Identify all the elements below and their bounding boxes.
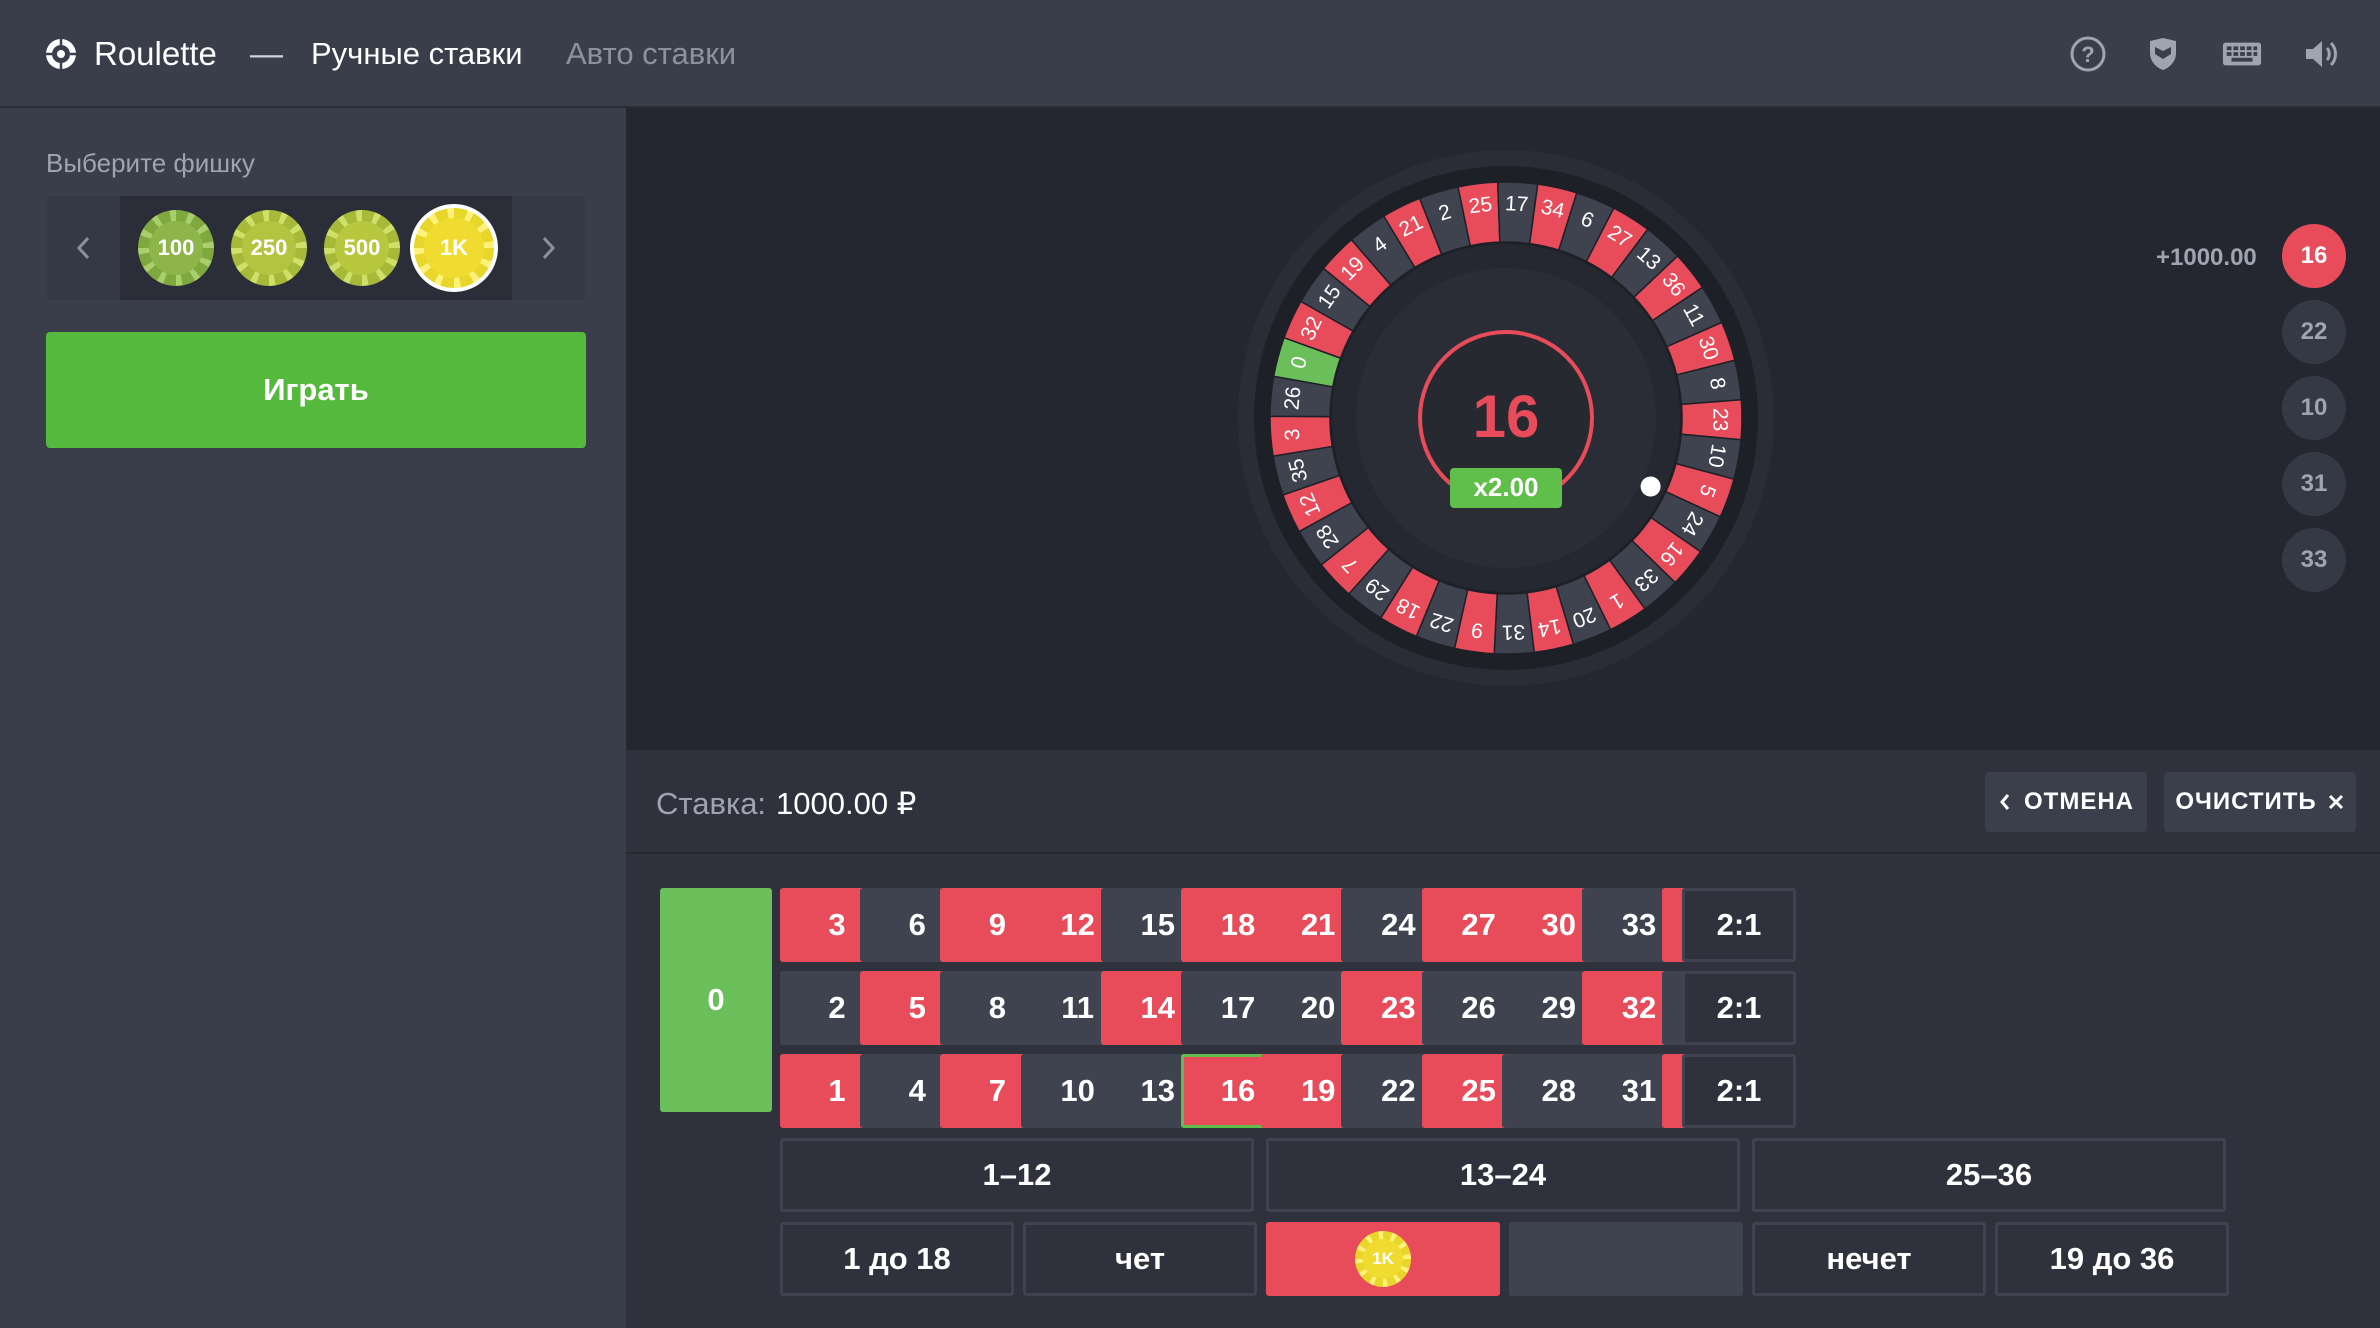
history-result: 31 [2282,452,2346,516]
chip-label: 100 [149,221,203,275]
close-icon [2328,794,2343,810]
chip-label: 1K [424,218,484,278]
shield-icon[interactable] [2143,34,2183,74]
dozen-bet[interactable]: 13–24 [1266,1138,1740,1212]
odd-bet[interactable]: нечет [1752,1222,1986,1296]
low-bet[interactable]: 1 до 18 [780,1222,1014,1296]
placed-chip: 1K [1355,1231,1411,1287]
wheel-pocket-number: 25 [1467,193,1493,219]
roulette-ball [1640,476,1661,497]
bet-controls-panel: Выберите фишку 100 250 500 1K Играть [0,108,626,1328]
history-result: 22 [2282,300,2346,364]
wheel-pocket-number: 17 [1504,192,1528,216]
history-result: 33 [2282,528,2346,592]
chip-select-label: Выберите фишку [46,148,255,178]
chip-100[interactable]: 100 [138,210,214,286]
undo-label: ОТМЕНА [2024,788,2134,815]
app-title: Roulette [94,35,217,72]
column-bet[interactable]: 2:1 [1682,971,1796,1045]
history-result: 16 [2282,224,2346,288]
chip-250[interactable]: 250 [231,210,307,286]
svg-text:?: ? [2081,42,2094,67]
column-bet[interactable]: 2:1 [1682,1054,1796,1128]
chevron-left-icon[interactable] [46,196,120,300]
even-bet[interactable]: чет [1023,1222,1257,1296]
volume-icon[interactable] [2302,34,2342,74]
keyboard-icon[interactable] [2222,34,2262,74]
undo-button[interactable]: ОТМЕНА [1985,772,2147,832]
help-icon[interactable]: ? [2068,34,2108,74]
dozen-bet[interactable]: 25–36 [1752,1138,2226,1212]
chevron-left-icon [2000,794,2010,810]
bet-summary-bar: Ставка: 1000.00 ₽ ОТМЕНА ОЧИСТИТЬ [626,750,2380,854]
bet-table: 0 36912151821242730333625811141720232629… [626,854,2380,1328]
roulette-wheel: 0321519421 2 25 17 34 62713361130823105241633… [1238,150,1774,686]
chip-selector: 100 250 500 1K [46,196,586,300]
win-amount: +1000.00 [2156,244,2257,271]
wheel-pocket-number: 10 [1703,442,1730,469]
tab-auto-bets[interactable]: Авто ставки [566,0,736,108]
chip-label: 500 [335,221,389,275]
play-button[interactable]: Играть [46,332,586,448]
wheel-pocket-number: 31 [1501,620,1525,644]
wheel-pocket-number: 23 [1708,408,1731,432]
high-bet[interactable]: 19 до 36 [1995,1222,2229,1296]
bet-cell-zero[interactable]: 0 [660,888,772,1112]
wheel-pocket-number: 26 [1280,386,1305,411]
wheel-area: 0 32 15 19 4 21 2 25 17 34 6 27 13 36 11 30 8 23 10 5 24 16 33… [626,108,2380,750]
chevron-right-icon[interactable] [512,196,586,300]
clear-label: ОЧИСТИТЬ [2175,788,2317,815]
tab-manual-bets[interactable]: Ручные ставки [311,0,523,108]
clear-button[interactable]: ОЧИСТИТЬ [2164,772,2356,832]
red-bet[interactable]: 1K [1266,1222,1500,1296]
multiplier-label: x2.00 [1473,472,1538,502]
bet-label: Ставка: [656,786,767,821]
dozen-bet[interactable]: 1–12 [780,1138,1254,1212]
chip-label: 250 [242,221,296,275]
placed-chip-label: 1K [1363,1239,1403,1279]
wheel-pocket-number: 3 [1281,428,1305,441]
roulette-logo-icon [44,0,78,108]
bet-amount: 1000.00 ₽ [776,786,917,821]
chip-500[interactable]: 500 [324,210,400,286]
wheel-result: 16 [1473,383,1540,450]
wheel-pocket-number: 14 [1535,614,1563,641]
black-bet[interactable] [1509,1222,1743,1296]
history-result: 10 [2282,376,2346,440]
top-bar: Roulette — Ручные ставки Авто ставки ? [0,0,2380,108]
chip-1k-selected[interactable]: 1K [410,204,498,292]
column-bet[interactable]: 2:1 [1682,888,1796,962]
title-separator: — [250,35,283,72]
